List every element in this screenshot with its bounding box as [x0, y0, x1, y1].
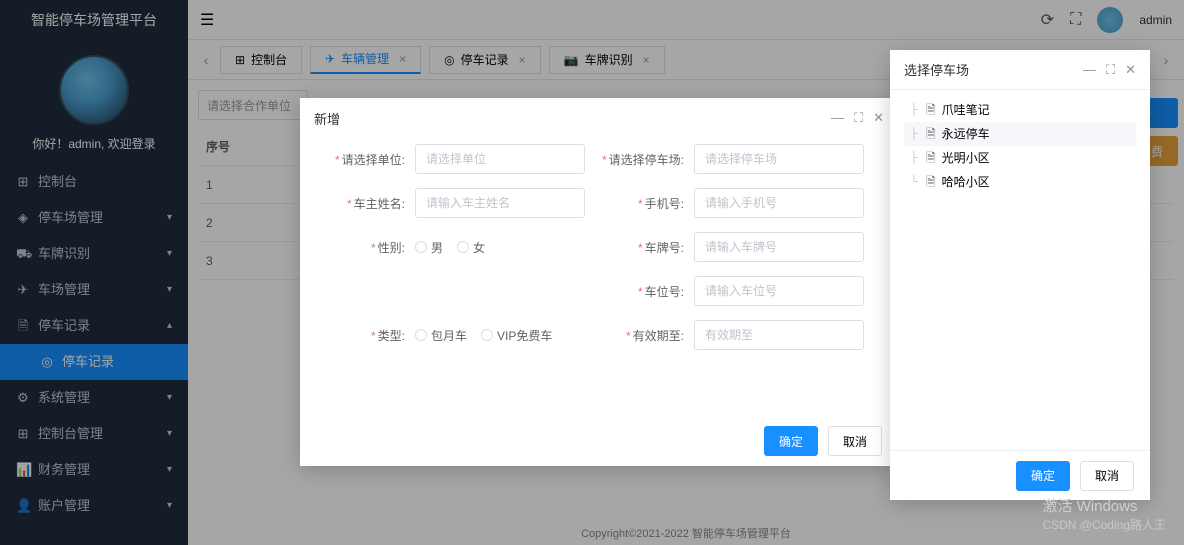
phone-input[interactable] — [694, 188, 864, 218]
tree-label: 永远停车 — [942, 122, 990, 146]
gender-male-radio[interactable]: 男 — [415, 239, 443, 256]
file-icon: 🗎 — [926, 98, 936, 122]
file-icon: 🗎 — [926, 146, 936, 170]
park-confirm-button[interactable]: 确定 — [1016, 461, 1070, 491]
park-cancel-button[interactable]: 取消 — [1080, 461, 1134, 491]
tree-label: 哈哈小区 — [942, 170, 990, 194]
add-modal: 新增 — ⛶ ✕ *请选择单位: *请选择停车场: *车主姓名: *手机号: — [300, 98, 898, 466]
gender-female-radio[interactable]: 女 — [457, 239, 485, 256]
tree-item-3[interactable]: └🗎哈哈小区 — [904, 170, 1136, 194]
file-icon: 🗎 — [926, 122, 936, 146]
owner-input[interactable] — [415, 188, 585, 218]
tree-connector: ├ — [910, 146, 920, 170]
tree-connector: └ — [910, 170, 920, 194]
add-cancel-button[interactable]: 取消 — [828, 426, 882, 456]
park-input[interactable] — [694, 144, 864, 174]
add-confirm-button[interactable]: 确定 — [764, 426, 818, 456]
file-icon: 🗎 — [926, 170, 936, 194]
type-monthly-radio[interactable]: 包月车 — [415, 327, 467, 344]
tree-connector: ├ — [910, 122, 920, 146]
tree-item-1[interactable]: ├🗎永远停车 — [904, 122, 1136, 146]
park-minimize-icon[interactable]: — — [1083, 62, 1096, 78]
add-modal-title: 新增 — [314, 109, 340, 128]
minimize-icon[interactable]: — — [831, 110, 844, 126]
park-select-modal: 选择停车场 — ⛶ ✕ ├🗎爪哇笔记├🗎永远停车├🗎光明小区└🗎哈哈小区 确定 … — [890, 50, 1150, 500]
type-vip-radio[interactable]: VIP免费车 — [481, 327, 552, 344]
park-modal-title: 选择停车场 — [904, 60, 969, 79]
tree-label: 爪哇笔记 — [942, 98, 990, 122]
unit-input[interactable] — [415, 144, 585, 174]
plate-input[interactable] — [694, 232, 864, 262]
tree-item-0[interactable]: ├🗎爪哇笔记 — [904, 98, 1136, 122]
tree-connector: ├ — [910, 98, 920, 122]
watermark: 激活 Windows CSDN @Coding路人王 — [1042, 495, 1166, 533]
tree-item-2[interactable]: ├🗎光明小区 — [904, 146, 1136, 170]
slot-input[interactable] — [694, 276, 864, 306]
tree-label: 光明小区 — [942, 146, 990, 170]
valid-until-input[interactable] — [694, 320, 864, 350]
park-close-icon[interactable]: ✕ — [1125, 62, 1136, 78]
park-maximize-icon[interactable]: ⛶ — [1106, 62, 1115, 78]
close-icon[interactable]: ✕ — [873, 110, 884, 126]
maximize-icon[interactable]: ⛶ — [854, 110, 863, 126]
